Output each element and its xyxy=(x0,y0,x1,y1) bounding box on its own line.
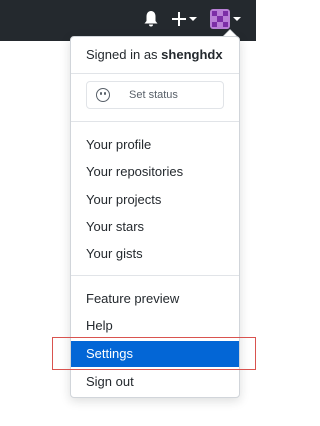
top-navbar xyxy=(0,0,256,41)
set-status-button[interactable]: Set status xyxy=(86,81,224,109)
divider xyxy=(71,121,239,122)
chevron-down-icon xyxy=(233,17,241,21)
dropdown-caret xyxy=(223,29,237,36)
menu-item-your-gists[interactable]: Your gists xyxy=(71,241,239,267)
signed-in-header: Signed in as shenghdx xyxy=(86,47,223,62)
settings-highlight-box xyxy=(52,337,256,370)
menu-item-your-stars[interactable]: Your stars xyxy=(71,214,239,240)
divider xyxy=(71,275,239,276)
divider xyxy=(71,73,239,74)
username: shenghdx xyxy=(161,47,223,62)
menu-item-your-repositories[interactable]: Your repositories xyxy=(71,159,239,185)
create-new-plus-icon[interactable] xyxy=(172,9,198,29)
chevron-down-icon xyxy=(189,17,197,21)
user-menu-toggle[interactable] xyxy=(210,9,244,29)
menu-item-your-projects[interactable]: Your projects xyxy=(71,187,239,213)
menu-item-help[interactable]: Help xyxy=(71,313,239,339)
menu-item-feature-preview[interactable]: Feature preview xyxy=(71,286,239,312)
menu-item-your-profile[interactable]: Your profile xyxy=(71,132,239,158)
smiley-icon xyxy=(96,88,110,102)
avatar xyxy=(210,9,230,29)
signed-in-label: Signed in as xyxy=(86,47,162,62)
menu-item-sign-out[interactable]: Sign out xyxy=(71,369,239,395)
notifications-bell-icon[interactable] xyxy=(143,9,159,29)
set-status-label: Set status xyxy=(129,89,178,101)
